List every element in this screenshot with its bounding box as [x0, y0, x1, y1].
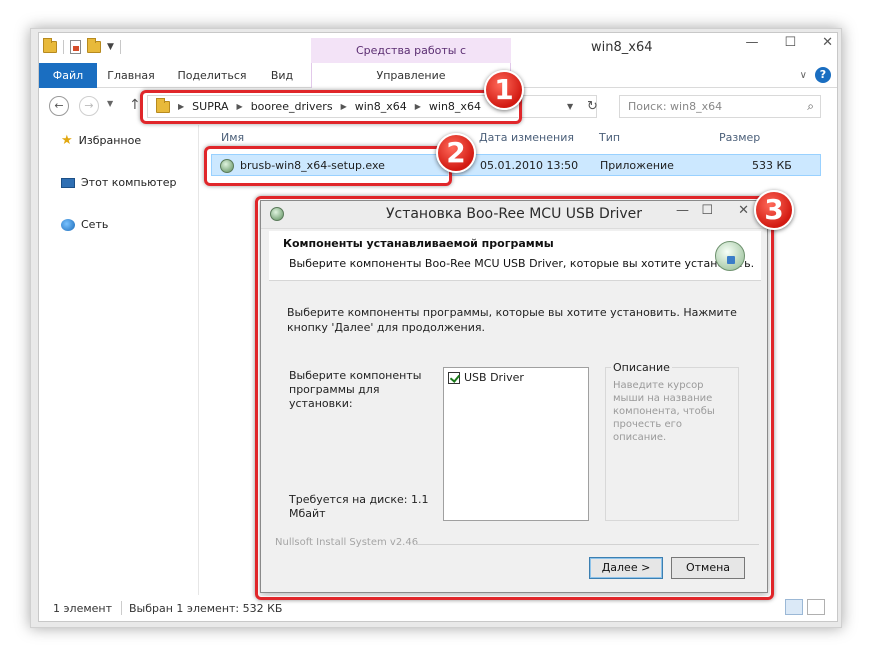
tab-home[interactable]: Главная	[101, 63, 161, 88]
expand-ribbon-chevron-icon[interactable]: ∨	[800, 70, 807, 81]
new-folder-icon[interactable]	[87, 38, 101, 53]
details-view-icon[interactable]	[785, 599, 803, 615]
help-icon[interactable]: ?	[815, 67, 831, 83]
context-tab-group-label: Средства работы с приложениями	[311, 38, 511, 82]
sidebar-item-label: Сеть	[81, 218, 109, 231]
search-placeholder: Поиск: win8_x64	[628, 100, 723, 113]
tab-file[interactable]: Файл	[39, 63, 97, 88]
selection-info: Выбран 1 элемент: 532 КБ	[129, 602, 283, 615]
toolbar-divider	[119, 40, 121, 54]
annotation-badge-2: 2	[436, 133, 476, 173]
sidebar-item-label: Этот компьютер	[81, 176, 177, 189]
ribbon-right-controls: ∨ ?	[800, 67, 831, 83]
toolbar-divider	[63, 40, 64, 54]
highlight-installer-dialog	[255, 196, 774, 600]
quick-access-toolbar: ▼	[43, 38, 121, 54]
star-icon: ★	[61, 133, 73, 148]
highlight-setup-file	[204, 146, 452, 186]
folder-icon	[43, 38, 57, 53]
maximize-button[interactable]: ☐	[784, 35, 796, 50]
file-size: 533 КБ	[752, 159, 792, 172]
status-divider	[121, 601, 122, 615]
sidebar-item-this-pc[interactable]: Этот компьютер	[61, 176, 177, 189]
annotation-badge-3: 3	[754, 190, 794, 230]
recent-locations-dropdown-icon[interactable]: ▼	[107, 99, 113, 108]
window-controls: — ☐ ✕	[745, 35, 833, 50]
up-button[interactable]: ↑	[129, 97, 141, 113]
tab-manage[interactable]: Управление	[311, 63, 511, 88]
item-count: 1 элемент	[53, 602, 112, 615]
view-switcher	[785, 599, 825, 615]
highlight-address-bar	[140, 90, 522, 124]
refresh-icon[interactable]: ↻	[587, 99, 598, 114]
sidebar-item-label: Избранное	[78, 134, 142, 147]
large-icons-view-icon[interactable]	[807, 599, 825, 615]
address-history-dropdown-icon[interactable]: ▼	[567, 102, 573, 111]
tab-view[interactable]: Вид	[261, 63, 303, 88]
sidebar-item-favorites[interactable]: ★ Избранное	[61, 133, 141, 148]
title-bar: ▼ Средства работы с приложениями win8_x6…	[39, 33, 837, 82]
close-button[interactable]: ✕	[822, 35, 833, 50]
file-type: Приложение	[600, 159, 674, 172]
column-header-size[interactable]: Размер	[719, 131, 760, 144]
search-icon[interactable]: ⌕	[807, 96, 814, 117]
forward-button[interactable]: →	[79, 96, 99, 116]
navigation-pane: ★ Избранное Этот компьютер Сеть	[39, 125, 199, 595]
minimize-button[interactable]: —	[745, 35, 758, 50]
back-button[interactable]: ←	[49, 96, 69, 116]
customize-toolbar-dropdown-icon[interactable]: ▼	[107, 42, 114, 52]
properties-icon[interactable]	[70, 40, 81, 54]
sidebar-item-network[interactable]: Сеть	[61, 218, 108, 231]
column-header-date[interactable]: Дата изменения	[479, 131, 574, 144]
ribbon-tabs: Файл Главная Поделиться Вид Управление ∨…	[39, 63, 837, 88]
search-input[interactable]: Поиск: win8_x64 ⌕	[619, 95, 821, 118]
computer-icon	[61, 177, 75, 188]
tab-share[interactable]: Поделиться	[173, 63, 251, 88]
file-date: 05.01.2010 13:50	[480, 159, 579, 172]
window-title: win8_x64	[591, 40, 653, 55]
network-icon	[61, 218, 75, 231]
annotation-badge-1: 1	[484, 70, 524, 110]
column-header-type[interactable]: Тип	[599, 131, 620, 144]
column-header-name[interactable]: Имя	[221, 131, 244, 144]
